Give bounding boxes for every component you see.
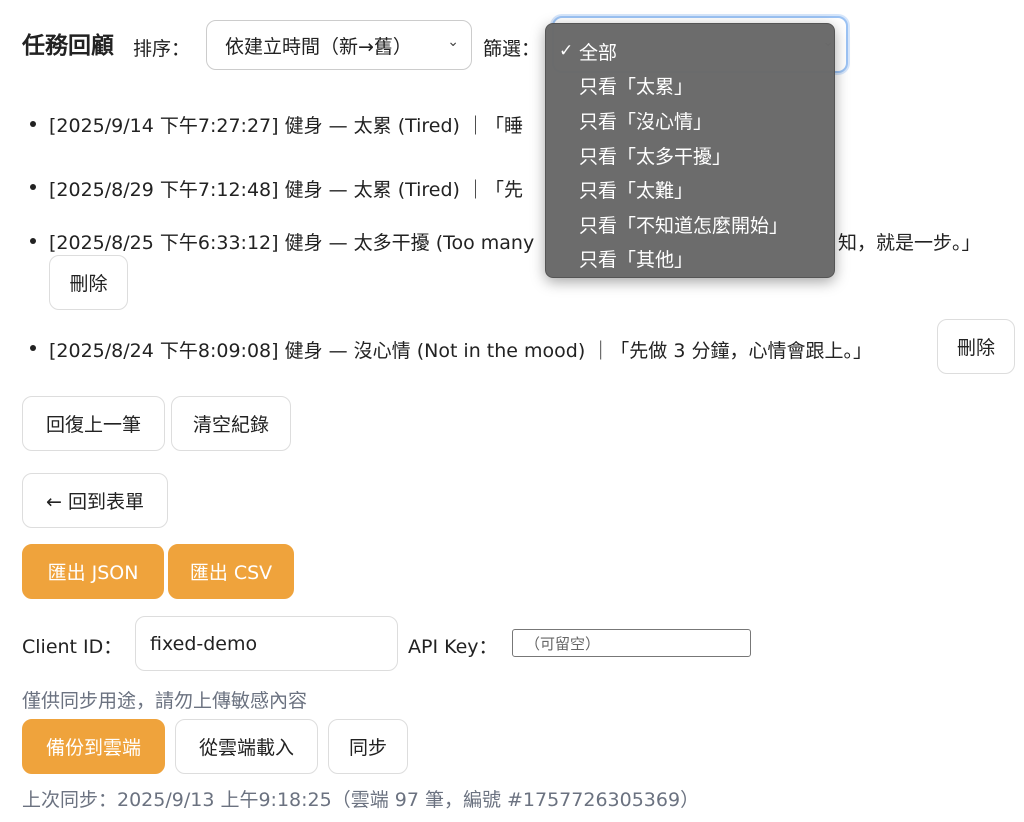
api-key-label: API Key：: [408, 636, 498, 658]
filter-option[interactable]: 只看「太難」: [546, 172, 834, 207]
sync-button[interactable]: 同步: [328, 719, 408, 774]
filter-option[interactable]: 只看「沒心情」: [546, 103, 834, 138]
filter-dropdown-menu: ✓ 全部 只看「太累」 只看「沒心情」 只看「太多干擾」 只看「太難」 只看「不…: [545, 23, 835, 278]
list-item: [2025/8/29 下午7:12:48] 健身 — 太累 (Tired) ｜「…: [49, 179, 523, 201]
list-bullet: [30, 121, 36, 127]
filter-option[interactable]: 只看「其他」: [546, 242, 834, 277]
filter-option[interactable]: ✓ 全部: [546, 34, 834, 69]
sort-select-value: 依建立時間（新→舊）: [225, 35, 412, 58]
list-item: [2025/8/24 下午8:09:08] 健身 — 沒心情 (Not in t…: [49, 340, 872, 362]
list-bullet: [30, 345, 36, 351]
backup-to-cloud-button[interactable]: 備份到雲端: [22, 719, 165, 774]
filter-option-label: 只看「不知道怎麼開始」: [579, 214, 789, 237]
delete-button[interactable]: 刪除: [937, 319, 1015, 374]
list-item: [2025/8/25 下午6:33:12] 健身 — 太多干擾 (Too man…: [49, 232, 535, 254]
checkmark-icon: ✓: [559, 41, 574, 62]
load-from-cloud-button[interactable]: 從雲端載入: [175, 719, 318, 774]
sort-label: 排序：: [133, 38, 191, 60]
filter-option-label: 只看「太多干擾」: [579, 145, 732, 168]
client-id-field[interactable]: fixed-demo: [135, 616, 398, 671]
sort-select[interactable]: 依建立時間（新→舊） ⌄: [206, 20, 472, 70]
client-id-label: Client ID：: [22, 636, 123, 658]
export-json-button[interactable]: 匯出 JSON: [22, 544, 164, 599]
page-title: 任務回顧: [22, 33, 114, 59]
filter-option[interactable]: 只看「太多干擾」: [546, 138, 834, 173]
list-bullet: [30, 184, 36, 190]
filter-option[interactable]: 只看「不知道怎麼開始」: [546, 207, 834, 242]
list-item-tail: 知，就是一步。」: [838, 232, 981, 254]
delete-button[interactable]: 刪除: [49, 255, 128, 310]
last-sync-status: 上次同步：2025/9/13 上午9:18:25（雲端 97 筆，編號 #175…: [22, 789, 700, 811]
filter-option-label: 全部: [579, 41, 618, 64]
chevron-down-icon: ⌄: [447, 34, 459, 50]
filter-option[interactable]: 只看「太累」: [546, 69, 834, 104]
back-to-form-button[interactable]: ← 回到表單: [22, 473, 168, 528]
export-csv-button[interactable]: 匯出 CSV: [168, 544, 294, 599]
filter-option-label: 只看「其他」: [579, 249, 694, 272]
list-bullet: [30, 238, 36, 244]
filter-option-label: 只看「太難」: [579, 180, 694, 203]
filter-option-label: 只看「沒心情」: [579, 110, 713, 133]
filter-option-label: 只看「太累」: [579, 76, 694, 99]
undo-button[interactable]: 回復上一筆: [22, 396, 165, 451]
api-key-field[interactable]: （可留空）: [512, 629, 751, 657]
clear-records-button[interactable]: 清空紀錄: [171, 396, 291, 451]
filter-label: 篩選：: [483, 38, 541, 60]
list-item: [2025/9/14 下午7:27:27] 健身 — 太累 (Tired) ｜「…: [49, 115, 523, 137]
sync-note: 僅供同步用途，請勿上傳敏感內容: [22, 690, 308, 712]
